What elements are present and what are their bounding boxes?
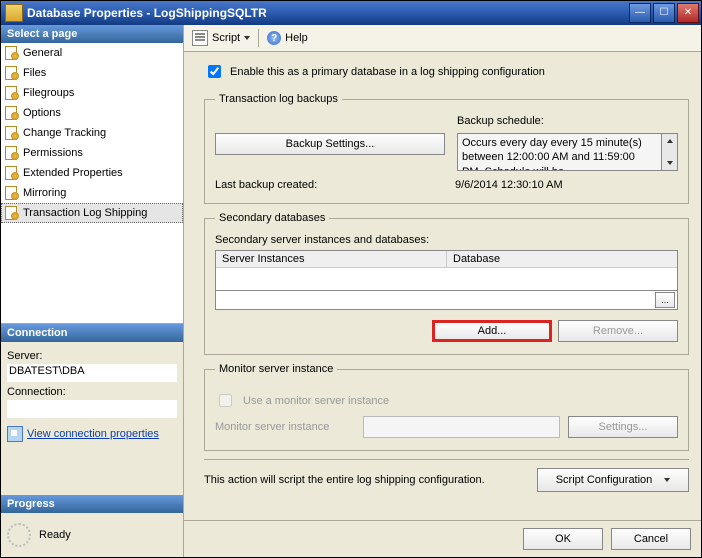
page-icon — [5, 206, 19, 220]
secondary-databases-group: Secondary databases Secondary server ins… — [204, 212, 689, 355]
view-connection-properties-link[interactable]: View connection properties — [7, 426, 159, 442]
sidebar: Select a page General Files Filegroups O… — [1, 25, 184, 557]
sidebar-item-filegroups[interactable]: Filegroups — [1, 83, 183, 103]
page-icon — [5, 126, 19, 140]
page-list: General Files Filegroups Options Change … — [1, 43, 183, 324]
connection-value — [7, 400, 177, 418]
titlebar: Database Properties - LogShippingSQLTR —… — [1, 1, 701, 25]
last-backup-label: Last backup created: — [215, 179, 435, 191]
use-monitor-checkbox — [219, 394, 232, 407]
sidebar-item-files[interactable]: Files — [1, 63, 183, 83]
last-backup-value: 9/6/2014 12:30:10 AM — [455, 179, 563, 191]
backup-settings-button[interactable]: Backup Settings... — [215, 133, 445, 155]
sidebar-item-extended-properties[interactable]: Extended Properties — [1, 163, 183, 183]
dialog-footer: OK Cancel — [184, 520, 701, 557]
close-button[interactable]: ✕ — [677, 3, 699, 23]
progress-panel: Ready — [1, 513, 183, 557]
main-panel: Script ? Help Enable this as a primary d… — [184, 25, 701, 557]
secondary-table-body[interactable] — [216, 268, 677, 290]
database-properties-dialog: { "title": "Database Properties - LogShi… — [0, 0, 702, 558]
page-icon — [5, 106, 19, 120]
sidebar-item-options[interactable]: Options — [1, 103, 183, 123]
cancel-button[interactable]: Cancel — [611, 528, 691, 550]
use-monitor-label: Use a monitor server instance — [243, 395, 389, 407]
enable-log-shipping-checkbox[interactable] — [208, 65, 221, 78]
monitor-server-group: Monitor server instance Use a monitor se… — [204, 363, 689, 451]
connection-label: Connection: — [7, 386, 177, 398]
sidebar-item-mirroring[interactable]: Mirroring — [1, 183, 183, 203]
window-title: Database Properties - LogShippingSQLTR — [27, 6, 627, 20]
remove-button: Remove... — [558, 320, 678, 342]
page-icon — [5, 66, 19, 80]
connection-header: Connection — [1, 324, 183, 342]
content-area: Enable this as a primary database in a l… — [184, 52, 701, 520]
progress-spinner-icon — [7, 523, 31, 547]
col-server-instances[interactable]: Server Instances — [216, 251, 447, 267]
script-config-row: This action will script the entire log s… — [204, 459, 689, 492]
chevron-down-icon — [244, 36, 250, 40]
scroll-down-icon[interactable] — [662, 156, 677, 170]
help-icon: ? — [267, 31, 281, 45]
monitor-instance-input — [363, 416, 560, 438]
script-note: This action will script the entire log s… — [204, 474, 525, 486]
page-icon — [5, 86, 19, 100]
ok-button[interactable]: OK — [523, 528, 603, 550]
toolbar-separator — [258, 29, 259, 47]
secondary-caption: Secondary server instances and databases… — [215, 234, 678, 246]
script-icon — [192, 30, 208, 46]
enable-log-shipping-label: Enable this as a primary database in a l… — [230, 66, 545, 78]
sidebar-item-permissions[interactable]: Permissions — [1, 143, 183, 163]
backup-schedule-label: Backup schedule: — [457, 115, 678, 127]
server-label: Server: — [7, 350, 177, 362]
progress-status: Ready — [39, 529, 71, 541]
page-icon — [5, 186, 19, 200]
sidebar-item-general[interactable]: General — [1, 43, 183, 63]
maximize-button[interactable]: ☐ — [653, 3, 675, 23]
page-icon — [5, 166, 19, 180]
secondary-selector-row: ... — [215, 291, 678, 310]
transaction-log-backups-group: Transaction log backups Backup schedule:… — [204, 93, 689, 204]
progress-header: Progress — [1, 495, 183, 513]
monitor-legend: Monitor server instance — [215, 363, 337, 375]
minimize-button[interactable]: — — [629, 3, 651, 23]
script-configuration-dropdown[interactable]: Script Configuration — [537, 468, 689, 492]
backup-schedule-box[interactable]: Occurs every day every 15 minute(s) betw… — [457, 133, 678, 171]
backup-schedule-text: Occurs every day every 15 minute(s) betw… — [458, 134, 661, 170]
page-icon — [5, 46, 19, 60]
page-icon — [5, 146, 19, 160]
chevron-down-icon — [664, 478, 670, 482]
server-value: DBATEST\DBA — [7, 364, 177, 382]
app-icon — [5, 4, 23, 22]
toolbar: Script ? Help — [184, 25, 701, 52]
secondary-legend: Secondary databases — [215, 212, 329, 224]
scroll-up-icon[interactable] — [662, 134, 677, 148]
secondary-table[interactable]: Server Instances Database — [215, 250, 678, 291]
select-page-header: Select a page — [1, 25, 183, 43]
browse-button[interactable]: ... — [655, 292, 675, 308]
tlb-legend: Transaction log backups — [215, 93, 342, 105]
sidebar-item-transaction-log-shipping[interactable]: Transaction Log Shipping — [1, 203, 183, 223]
schedule-scrollbar[interactable] — [661, 134, 677, 170]
col-database[interactable]: Database — [447, 251, 677, 267]
sidebar-item-change-tracking[interactable]: Change Tracking — [1, 123, 183, 143]
monitor-settings-button: Settings... — [568, 416, 678, 438]
properties-icon — [7, 426, 23, 442]
script-dropdown[interactable]: Script — [188, 28, 254, 48]
help-button[interactable]: ? Help — [263, 29, 312, 47]
monitor-instance-label: Monitor server instance — [215, 421, 355, 433]
add-button[interactable]: Add... — [432, 320, 552, 342]
connection-panel: Server: DBATEST\DBA Connection: View con… — [1, 342, 183, 495]
